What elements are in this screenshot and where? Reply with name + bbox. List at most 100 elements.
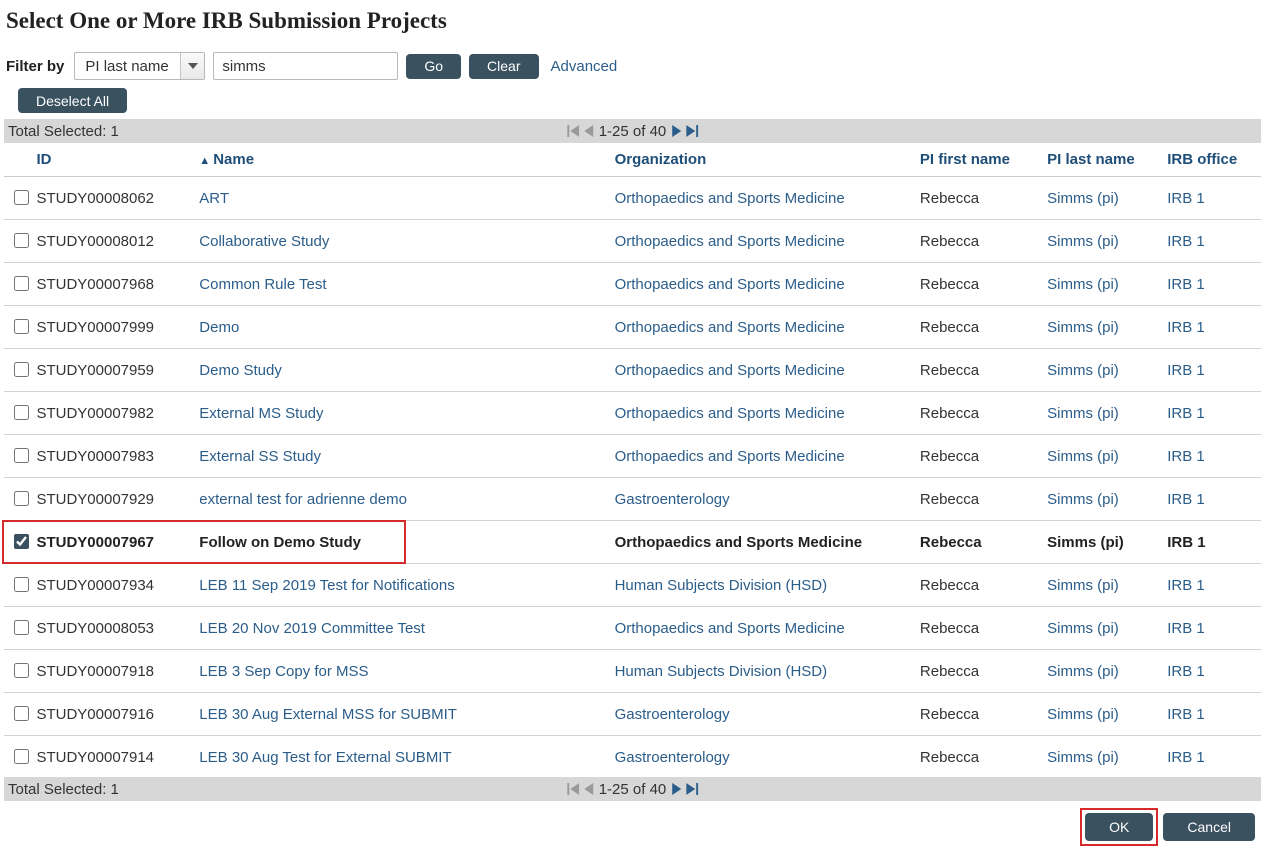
table-row[interactable]: STUDY00007968Common Rule TestOrthopaedic… bbox=[4, 263, 1261, 306]
row-name[interactable]: External SS Study bbox=[193, 435, 608, 478]
pager-last-icon[interactable] bbox=[686, 783, 698, 795]
row-irb-office[interactable]: IRB 1 bbox=[1161, 220, 1261, 263]
go-button[interactable]: Go bbox=[406, 54, 461, 79]
results-scroll-area[interactable]: ID ▲Name Organization PI first name PI l… bbox=[4, 143, 1261, 771]
row-irb-office[interactable]: IRB 1 bbox=[1161, 349, 1261, 392]
row-checkbox[interactable] bbox=[14, 448, 29, 463]
row-name[interactable]: LEB 20 Nov 2019 Committee Test bbox=[193, 607, 608, 650]
filter-field-select[interactable]: PI last name bbox=[74, 52, 205, 80]
row-name[interactable]: external test for adrienne demo bbox=[193, 478, 608, 521]
row-pi-last[interactable]: Simms (pi) bbox=[1041, 564, 1161, 607]
advanced-link[interactable]: Advanced bbox=[551, 58, 618, 75]
row-checkbox[interactable] bbox=[14, 276, 29, 291]
table-row[interactable]: STUDY00008053LEB 20 Nov 2019 Committee T… bbox=[4, 607, 1261, 650]
row-irb-office[interactable]: IRB 1 bbox=[1161, 177, 1261, 220]
row-name[interactable]: ART bbox=[193, 177, 608, 220]
filter-search-input[interactable] bbox=[213, 52, 398, 80]
row-checkbox[interactable] bbox=[14, 706, 29, 721]
table-row[interactable]: STUDY00007983External SS StudyOrthopaedi… bbox=[4, 435, 1261, 478]
row-organization[interactable]: Orthopaedics and Sports Medicine bbox=[609, 607, 914, 650]
column-header-organization[interactable]: Organization bbox=[609, 143, 914, 177]
row-pi-last[interactable]: Simms (pi) bbox=[1041, 263, 1161, 306]
row-pi-last[interactable]: Simms (pi) bbox=[1041, 306, 1161, 349]
row-irb-office[interactable]: IRB 1 bbox=[1161, 736, 1261, 772]
dropdown-icon[interactable] bbox=[180, 53, 204, 79]
row-organization[interactable]: Orthopaedics and Sports Medicine bbox=[609, 435, 914, 478]
column-header-pi-first[interactable]: PI first name bbox=[914, 143, 1041, 177]
table-row[interactable]: STUDY00007929external test for adrienne … bbox=[4, 478, 1261, 521]
row-name[interactable]: LEB 30 Aug Test for External SUBMIT bbox=[193, 736, 608, 772]
row-checkbox[interactable] bbox=[14, 319, 29, 334]
row-name[interactable]: LEB 30 Aug External MSS for SUBMIT bbox=[193, 693, 608, 736]
row-pi-last[interactable]: Simms (pi) bbox=[1041, 220, 1161, 263]
row-organization[interactable]: Gastroenterology bbox=[609, 478, 914, 521]
pager-prev-icon[interactable] bbox=[583, 783, 595, 795]
table-row[interactable]: STUDY00008062ARTOrthopaedics and Sports … bbox=[4, 177, 1261, 220]
row-checkbox[interactable] bbox=[14, 534, 29, 549]
row-checkbox[interactable] bbox=[14, 749, 29, 764]
pager-next-icon[interactable] bbox=[670, 783, 682, 795]
row-checkbox[interactable] bbox=[14, 577, 29, 592]
row-organization[interactable]: Orthopaedics and Sports Medicine bbox=[609, 263, 914, 306]
table-row[interactable]: STUDY00007982External MS StudyOrthopaedi… bbox=[4, 392, 1261, 435]
row-name[interactable]: External MS Study bbox=[193, 392, 608, 435]
row-pi-last[interactable]: Simms (pi) bbox=[1041, 736, 1161, 772]
row-pi-last[interactable]: Simms (pi) bbox=[1041, 650, 1161, 693]
table-row[interactable]: STUDY00008012Collaborative StudyOrthopae… bbox=[4, 220, 1261, 263]
row-pi-last[interactable]: Simms (pi) bbox=[1041, 349, 1161, 392]
row-checkbox[interactable] bbox=[14, 491, 29, 506]
row-name[interactable]: LEB 11 Sep 2019 Test for Notifications bbox=[193, 564, 608, 607]
row-irb-office[interactable]: IRB 1 bbox=[1161, 564, 1261, 607]
row-checkbox[interactable] bbox=[14, 620, 29, 635]
row-irb-office[interactable]: IRB 1 bbox=[1161, 263, 1261, 306]
row-name[interactable]: LEB 3 Sep Copy for MSS bbox=[193, 650, 608, 693]
table-row[interactable]: STUDY00007916LEB 30 Aug External MSS for… bbox=[4, 693, 1261, 736]
row-irb-office[interactable]: IRB 1 bbox=[1161, 478, 1261, 521]
row-pi-last[interactable]: Simms (pi) bbox=[1041, 435, 1161, 478]
row-checkbox[interactable] bbox=[14, 362, 29, 377]
table-row[interactable]: STUDY00007934LEB 11 Sep 2019 Test for No… bbox=[4, 564, 1261, 607]
row-pi-last[interactable]: Simms (pi) bbox=[1041, 607, 1161, 650]
row-organization[interactable]: Orthopaedics and Sports Medicine bbox=[609, 349, 914, 392]
row-organization[interactable]: Orthopaedics and Sports Medicine bbox=[609, 177, 914, 220]
row-pi-last[interactable]: Simms (pi) bbox=[1041, 392, 1161, 435]
row-checkbox[interactable] bbox=[14, 663, 29, 678]
row-organization[interactable]: Orthopaedics and Sports Medicine bbox=[609, 392, 914, 435]
column-header-id[interactable]: ID bbox=[30, 143, 193, 177]
pager-first-icon[interactable] bbox=[567, 125, 579, 137]
row-organization[interactable]: Human Subjects Division (HSD) bbox=[609, 650, 914, 693]
row-organization[interactable]: Human Subjects Division (HSD) bbox=[609, 564, 914, 607]
pager-next-icon[interactable] bbox=[670, 125, 682, 137]
row-irb-office[interactable]: IRB 1 bbox=[1161, 607, 1261, 650]
row-organization[interactable]: Gastroenterology bbox=[609, 736, 914, 772]
table-row[interactable]: STUDY00007999DemoOrthopaedics and Sports… bbox=[4, 306, 1261, 349]
row-irb-office[interactable]: IRB 1 bbox=[1161, 650, 1261, 693]
table-row[interactable]: STUDY00007918LEB 3 Sep Copy for MSSHuman… bbox=[4, 650, 1261, 693]
table-row[interactable]: STUDY00007959Demo StudyOrthopaedics and … bbox=[4, 349, 1261, 392]
row-pi-last[interactable]: Simms (pi) bbox=[1041, 478, 1161, 521]
column-header-name[interactable]: ▲Name bbox=[193, 143, 608, 177]
row-name[interactable]: Common Rule Test bbox=[193, 263, 608, 306]
row-organization[interactable]: Orthopaedics and Sports Medicine bbox=[609, 220, 914, 263]
table-row[interactable]: STUDY00007914LEB 30 Aug Test for Externa… bbox=[4, 736, 1261, 772]
pager-first-icon[interactable] bbox=[567, 783, 579, 795]
row-irb-office[interactable]: IRB 1 bbox=[1161, 693, 1261, 736]
row-checkbox[interactable] bbox=[14, 233, 29, 248]
row-checkbox[interactable] bbox=[14, 190, 29, 205]
pager-last-icon[interactable] bbox=[686, 125, 698, 137]
row-irb-office[interactable]: IRB 1 bbox=[1161, 306, 1261, 349]
row-pi-last[interactable]: Simms (pi) bbox=[1041, 693, 1161, 736]
row-irb-office[interactable]: IRB 1 bbox=[1161, 435, 1261, 478]
ok-button[interactable]: OK bbox=[1085, 813, 1153, 841]
row-name[interactable]: Collaborative Study bbox=[193, 220, 608, 263]
row-pi-last[interactable]: Simms (pi) bbox=[1041, 177, 1161, 220]
row-organization[interactable]: Gastroenterology bbox=[609, 693, 914, 736]
row-irb-office[interactable]: IRB 1 bbox=[1161, 392, 1261, 435]
row-checkbox[interactable] bbox=[14, 405, 29, 420]
column-header-irb-office[interactable]: IRB office bbox=[1161, 143, 1261, 177]
table-row[interactable]: STUDY00007967Follow on Demo StudyOrthopa… bbox=[4, 521, 1261, 564]
row-name[interactable]: Demo bbox=[193, 306, 608, 349]
column-header-pi-last[interactable]: PI last name bbox=[1041, 143, 1161, 177]
cancel-button[interactable]: Cancel bbox=[1163, 813, 1255, 841]
row-name[interactable]: Demo Study bbox=[193, 349, 608, 392]
